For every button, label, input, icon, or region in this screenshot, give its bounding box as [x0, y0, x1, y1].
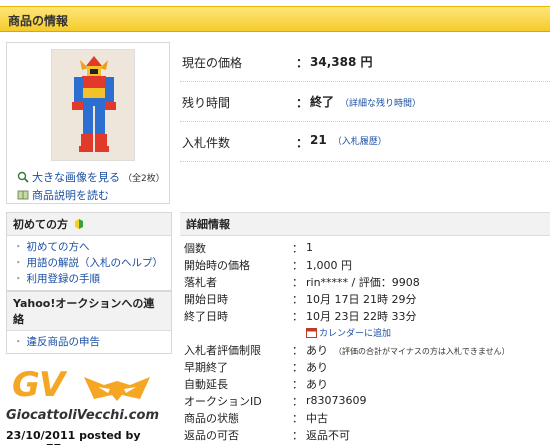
detail-value: 中古 — [306, 411, 328, 425]
detail-row: 早期終了：あり — [180, 358, 510, 375]
beginner-link[interactable]: ・用語の解説（入札のヘルプ） — [13, 255, 165, 271]
detail-value: 10月 23日 22時 33分 — [306, 309, 417, 323]
detail-value: r83073609 — [306, 394, 367, 407]
bid-history-link[interactable]: （入札履歴） — [333, 137, 387, 147]
book-icon — [17, 190, 29, 200]
details-heading: 詳細情報 — [180, 212, 550, 236]
price-value: 34,388 円 — [310, 55, 373, 69]
time-label: 残り時間 — [182, 96, 231, 110]
detail-row: オークションID： r83073609 — [180, 392, 510, 409]
detail-row: 開始日時： 10月 17日 21時 29分 — [180, 290, 510, 307]
detail-label: 開始日時 — [184, 292, 228, 306]
section-header: 商品の情報 — [0, 6, 550, 32]
detail-row: 終了日時： 10月 23日 22時 33分 — [180, 307, 510, 324]
product-image[interactable] — [51, 49, 135, 161]
beginner-link[interactable]: ・初めての方へ — [13, 239, 165, 255]
magnifier-icon — [17, 171, 29, 183]
detail-label: 商品の状態 — [184, 411, 239, 425]
time-value: 終了 — [310, 95, 335, 109]
detail-value: 10月 17日 21時 29分 — [306, 292, 417, 306]
robot-toy-photo — [52, 50, 134, 160]
beginner-heading: 初めての方 — [7, 213, 171, 236]
detail-label: 落札者 — [184, 275, 217, 289]
price-row: 現在の価格 ： 34,388 円 — [180, 42, 550, 82]
calendar-row: カレンダーに追加 — [180, 324, 510, 341]
detail-label: 入札者評価制限 — [184, 343, 261, 357]
price-label: 現在の価格 — [182, 56, 243, 70]
detail-value: 返品不可 — [306, 428, 350, 442]
detail-row: 商品の状態：中古 — [180, 409, 510, 426]
beginner-heading-text: 初めての方 — [13, 218, 68, 231]
detail-value: rin***** / 評価：9908 — [306, 275, 420, 289]
detail-label: 返品の可否 — [184, 428, 239, 442]
read-description-label: 商品説明を読む — [32, 189, 109, 202]
details-table: 個数： 1 開始時の価格： 1,000 円 落札者： rin***** / 評価：99… — [180, 239, 510, 443]
bids-row: 入札件数 ： 21 （入札履歴） — [180, 122, 550, 162]
beginner-links: ・初めての方へ ・用語の解説（入札のヘルプ） ・利用登録の手順 — [7, 236, 171, 290]
detail-row: 個数： 1 — [180, 239, 510, 256]
report-violation-label: 違反商品の申告 — [26, 336, 101, 348]
detail-value: あり — [306, 343, 328, 357]
time-row: 残り時間 ： 終了 （詳細な残り時間） — [180, 82, 550, 122]
detail-label: 早期終了 — [184, 360, 228, 374]
details-section: 詳細情報 個数： 1 開始時の価格： 1,000 円 落札者： rin***** / … — [180, 212, 550, 443]
watermark-site: GiocattoliVecchi.com — [6, 408, 159, 423]
enlarge-image-label: 大きな画像を見る — [32, 171, 120, 184]
watermark-logo: GV — [12, 365, 65, 405]
rating-restriction-note: （評価の合計がマイナスの方は入札できません） — [334, 346, 510, 356]
report-violation-link[interactable]: ・違反商品の申告 — [13, 334, 165, 350]
detail-row: 開始時の価格： 1,000 円 — [180, 256, 510, 273]
beginner-link-label: 初めての方へ — [26, 241, 90, 253]
thumbnail-box: 大きな画像を見る （全2枚） 商品説明を読む — [6, 42, 170, 204]
image-count: （全2枚） — [123, 174, 165, 184]
time-detail-link[interactable]: （詳細な残り時間） — [340, 99, 421, 109]
add-to-calendar-link[interactable]: カレンダーに追加 — [306, 328, 392, 339]
detail-value: あり — [306, 377, 328, 391]
auction-summary: 現在の価格 ： 34,388 円 残り時間 ： 終了 （詳細な残り時間） 入札件数… — [180, 42, 550, 162]
beginner-leaf-icon — [74, 219, 83, 229]
contact-links: ・違反商品の申告 — [7, 331, 171, 353]
beginner-link-label: 利用登録の手順 — [26, 273, 101, 285]
contact-box: Yahoo!オークションへの連絡 ・違反商品の申告 — [6, 291, 172, 354]
detail-label: 終了日時 — [184, 309, 228, 323]
add-to-calendar-label: カレンダーに追加 — [319, 329, 392, 339]
contact-heading: Yahoo!オークションへの連絡 — [7, 292, 171, 331]
detail-row: 入札者評価制限：あり （評価の合計がマイナスの方は入札できません） — [180, 341, 510, 358]
watermark-credit: 23/10/2011 posted by sorcac77 — [6, 429, 141, 445]
detail-row: 自動延長：あり — [180, 375, 510, 392]
bids-label: 入札件数 — [182, 136, 231, 150]
detail-value: あり — [306, 360, 328, 374]
detail-value: 1,000 円 — [306, 258, 352, 272]
enlarge-image-link[interactable]: 大きな画像を見る （全2枚） — [17, 169, 165, 185]
beginner-link[interactable]: ・利用登録の手順 — [13, 271, 165, 287]
watermark: GV GiocattoliVecchi.com 23/10/2011 poste… — [0, 365, 180, 445]
detail-label: 自動延長 — [184, 377, 228, 391]
calendar-icon — [306, 328, 317, 338]
detail-label: オークションID — [184, 394, 262, 408]
detail-row: 返品の可否：返品不可 — [180, 426, 510, 443]
detail-value: 1 — [306, 241, 313, 254]
beginner-link-label: 用語の解説（入札のヘルプ） — [26, 257, 164, 269]
section-title: 商品の情報 — [8, 14, 69, 28]
detail-label: 個数 — [184, 241, 206, 255]
read-description-link[interactable]: 商品説明を読む — [17, 187, 109, 203]
bids-value: 21 — [310, 133, 327, 147]
beginner-box: 初めての方 ・初めての方へ ・用語の解説（入札のヘルプ） ・利用登録の手順 — [6, 212, 172, 291]
detail-label: 開始時の価格 — [184, 258, 250, 272]
watermark-mask-icon — [84, 377, 150, 401]
detail-row: 落札者： rin***** / 評価：9908 — [180, 273, 510, 290]
